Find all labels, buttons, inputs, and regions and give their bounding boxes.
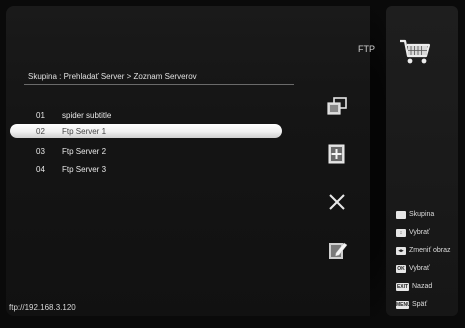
server-row[interactable]: 03 Ftp Server 2 bbox=[20, 144, 290, 158]
breadcrumb-divider bbox=[24, 84, 294, 85]
server-name: Ftp Server 2 bbox=[62, 147, 107, 156]
server-name: Ftp Server 3 bbox=[62, 165, 107, 174]
server-number: 04 bbox=[36, 165, 45, 174]
server-number: 02 bbox=[36, 127, 45, 136]
exit-key-icon: EXIT bbox=[396, 283, 409, 291]
legend-label: Vybrať bbox=[409, 265, 430, 272]
delete-icon[interactable] bbox=[326, 192, 348, 212]
copy-icon[interactable] bbox=[326, 96, 348, 116]
server-name: spider subtitle bbox=[62, 111, 112, 120]
server-name: Ftp Server 1 bbox=[62, 127, 107, 136]
server-number: 03 bbox=[36, 147, 45, 156]
server-row[interactable]: 01 spider subtitle bbox=[20, 108, 290, 122]
legend-label: Späť bbox=[412, 301, 428, 308]
legend-label: Zmeniť obraz bbox=[409, 247, 451, 254]
legend-label: Skupina bbox=[409, 211, 435, 218]
legend-label: Vybrať bbox=[409, 229, 430, 236]
server-number: 01 bbox=[36, 111, 45, 120]
white-key-icon bbox=[396, 211, 406, 219]
status-address: ftp://192.168.3.120 bbox=[9, 303, 76, 312]
screen-title: FTP bbox=[358, 44, 375, 54]
updown-key-icon: ↕ bbox=[396, 229, 406, 237]
menu-key-icon: MENU bbox=[396, 301, 411, 309]
edit-icon[interactable] bbox=[326, 240, 348, 260]
shopping-cart-icon bbox=[400, 39, 431, 64]
breadcrumb: Skupina : Prehladať Server > Zoznam Serv… bbox=[28, 72, 197, 81]
legend-label: Nazad bbox=[412, 283, 433, 290]
server-row[interactable]: 04 Ftp Server 3 bbox=[20, 162, 290, 176]
add-icon[interactable] bbox=[326, 144, 348, 164]
ok-key-icon: OK bbox=[396, 265, 406, 273]
server-row-selected[interactable]: 02 Ftp Server 1 bbox=[10, 124, 282, 138]
leftright-key-icon: ◂▸ bbox=[396, 247, 406, 255]
